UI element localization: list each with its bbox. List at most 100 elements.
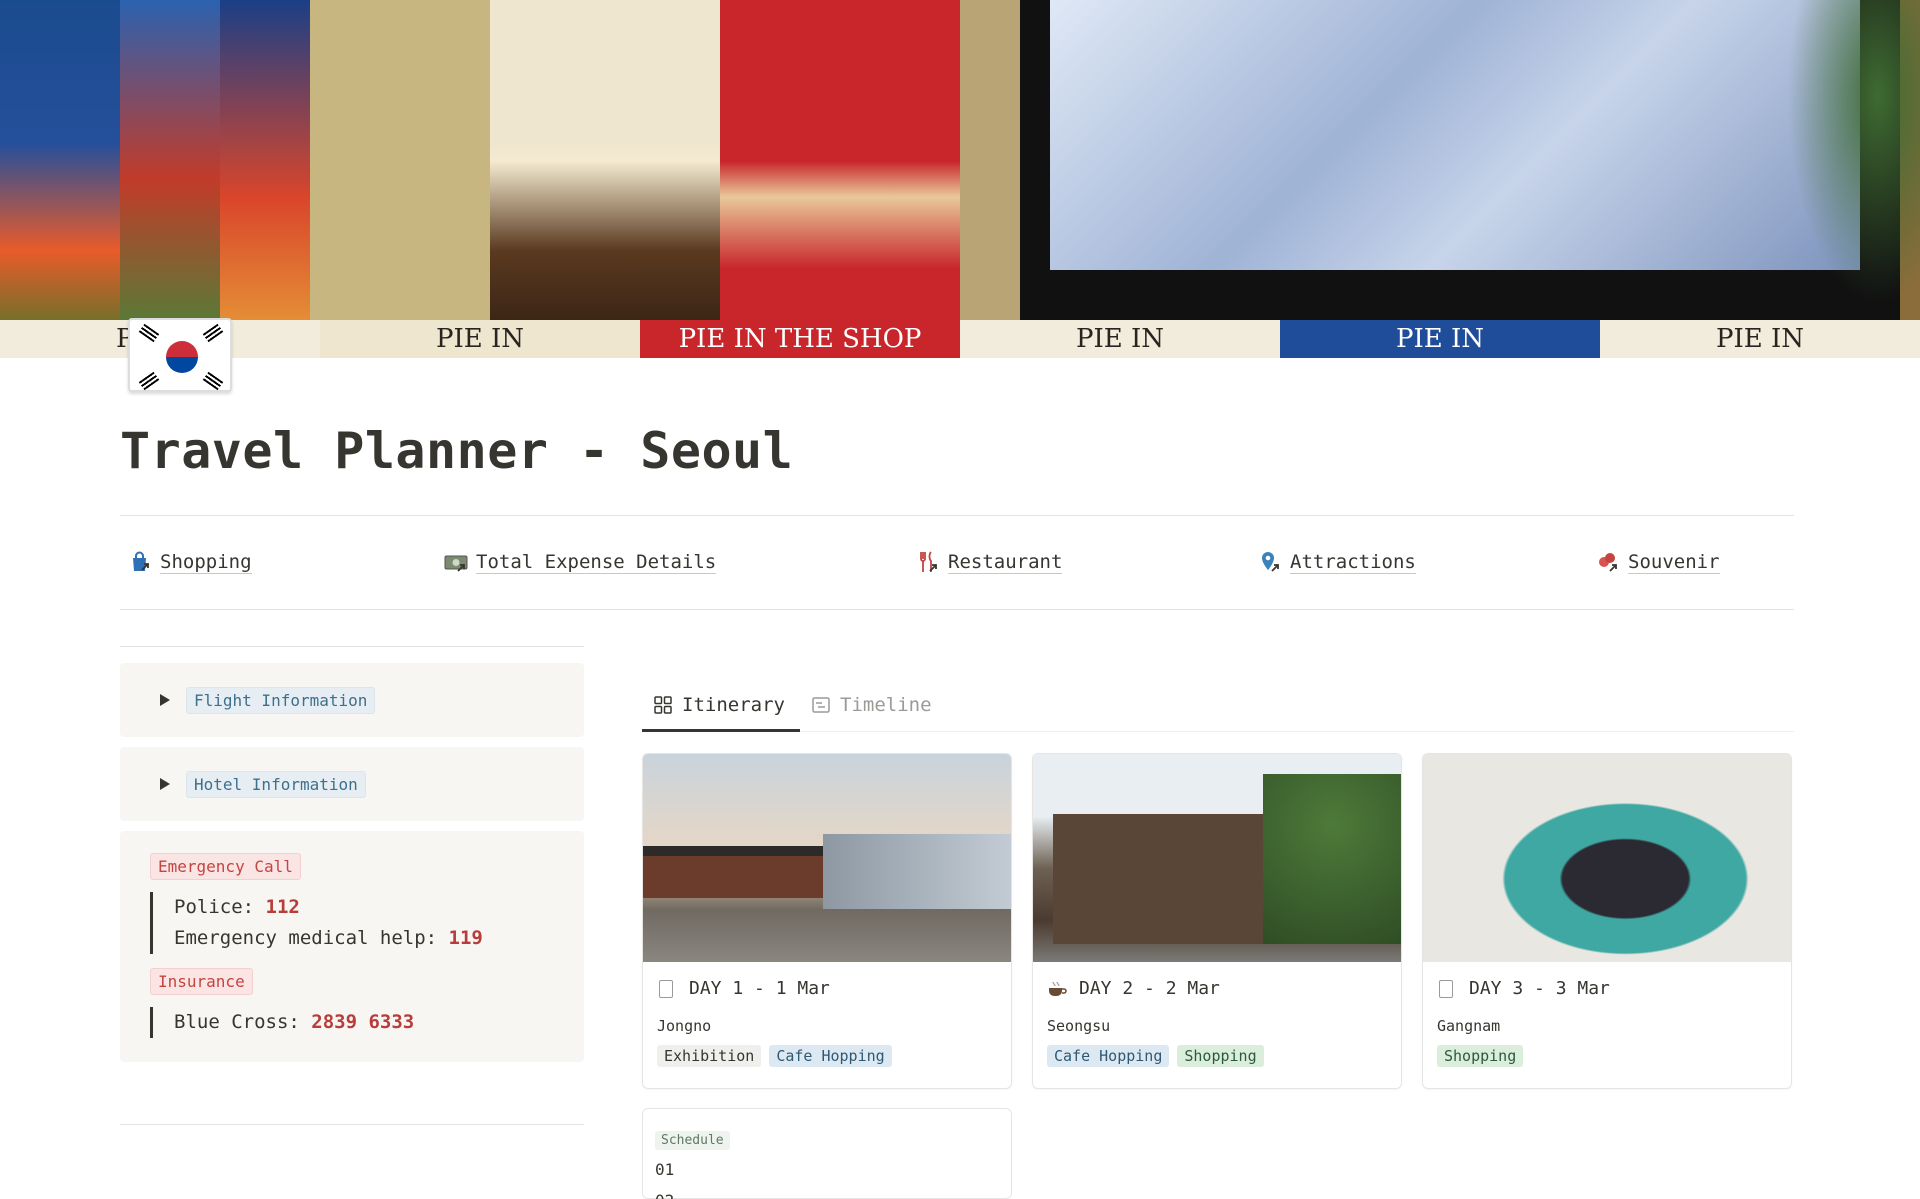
card-title: DAY 2 - 2 Mar (1079, 978, 1220, 999)
cover-poster (720, 0, 960, 358)
page-links-row: Shopping Total Expense Details Restauran… (120, 516, 1794, 610)
link-label: Shopping (160, 550, 252, 574)
tag: Exhibition (657, 1045, 762, 1067)
tab-timeline[interactable]: Timeline (812, 694, 932, 716)
flag-taegeuk (166, 341, 198, 373)
cover-plant (1780, 0, 1920, 320)
link-restaurant[interactable]: Restaurant (916, 550, 1063, 574)
gift-icon (1596, 550, 1620, 574)
card-title-row: DAY 1 - 1 Mar (643, 962, 1011, 999)
cover-window (1050, 0, 1860, 270)
emergency-quote: Police: 112 Emergency medical help: 119 (150, 892, 554, 954)
tag: Shopping (1437, 1045, 1524, 1067)
medical-number: 119 (448, 927, 483, 949)
cover-wall (310, 0, 490, 358)
medical-label: Emergency medical help: (174, 927, 449, 949)
fork-knife-icon (916, 550, 940, 574)
flag-trigram (202, 371, 224, 391)
cover-wall (960, 0, 1020, 358)
police-line: Police: 112 (174, 892, 554, 923)
cover-poster (220, 0, 310, 358)
card-location: Gangnam (1437, 1017, 1501, 1035)
toggle-arrow-icon[interactable] (160, 694, 170, 706)
flag-trigram (138, 371, 160, 391)
police-label: Police: (174, 896, 266, 918)
tree (1263, 774, 1401, 944)
flag-trigram (202, 323, 224, 343)
cover-strip-text: PIE IN (320, 320, 640, 358)
link-total-expense-details[interactable]: Total Expense Details (444, 550, 717, 574)
insurance-provider-label: Blue Cross: (174, 1011, 312, 1033)
shopping-bag-icon (128, 550, 152, 574)
cover-strip-text: PIE IN (1600, 320, 1920, 358)
cover-strip-text: PIE IN THE SHOP (640, 320, 960, 358)
card-location: Jongno (657, 1017, 712, 1035)
hotel-information-label: Hotel Information (186, 770, 366, 798)
tab-label: Timeline (840, 694, 932, 716)
cover-poster (120, 0, 220, 358)
page-title[interactable]: Travel Planner - Seoul (120, 422, 793, 480)
document-icon (659, 979, 673, 998)
cover-poster (0, 0, 120, 358)
schedule-item: 01 (655, 1160, 675, 1179)
flag-trigram (138, 323, 160, 343)
toggle-arrow-icon[interactable] (160, 778, 170, 790)
left-column: Flight Information Hotel Information Eme… (120, 663, 584, 1062)
link-label: Attractions (1290, 550, 1416, 574)
palace-building (643, 846, 823, 898)
cover-poster-strip: PIE IN PIE IN PIE IN THE SHOP PIE IN PIE… (0, 320, 1920, 358)
schedule-card[interactable]: Schedule 01 02 (642, 1108, 1012, 1199)
emergency-callout: Emergency Call Police: 112 Emergency med… (120, 831, 584, 1062)
link-attractions[interactable]: Attractions (1258, 550, 1416, 574)
toggle-flight-information[interactable]: Flight Information (120, 663, 584, 737)
card-tags: Shopping (1423, 1035, 1791, 1067)
tab-itinerary[interactable]: Itinerary (654, 694, 785, 716)
tag: Cafe Hopping (1047, 1045, 1170, 1067)
link-label: Souvenir (1628, 550, 1720, 574)
timeline-icon (812, 696, 830, 714)
tab-label: Itinerary (682, 694, 785, 716)
insurance-quote: Blue Cross: 2839 6333 (150, 1007, 554, 1038)
grid-icon (654, 696, 672, 714)
coffee-icon (1047, 980, 1067, 998)
cover-image: PIE IN PIE IN PIE IN THE SHOP PIE IN PIE… (0, 0, 1920, 358)
tag: Cafe Hopping (769, 1045, 892, 1067)
card-image (1423, 754, 1791, 962)
card-tags: Cafe Hopping Shopping (1033, 1035, 1401, 1067)
card-image (1033, 754, 1401, 962)
insurance-label: Insurance (150, 968, 253, 995)
active-tab-indicator (642, 729, 800, 732)
cover-strip-text: PIE IN (1280, 320, 1600, 358)
link-label: Total Expense Details (476, 550, 717, 574)
cover-poster (490, 0, 720, 358)
insurance-number: 2839 6333 (311, 1011, 415, 1033)
money-icon (444, 550, 468, 574)
divider (120, 1124, 584, 1125)
police-number: 112 (265, 896, 300, 918)
divider (120, 646, 584, 647)
card-title: DAY 3 - 3 Mar (1469, 978, 1610, 999)
card-image (643, 754, 1011, 962)
tag: Shopping (1177, 1045, 1264, 1067)
card-title-row: DAY 2 - 2 Mar (1033, 962, 1401, 999)
flight-information-label: Flight Information (186, 686, 376, 714)
link-label: Restaurant (948, 550, 1063, 574)
itinerary-card[interactable]: DAY 2 - 2 Mar Seongsu Cafe Hopping Shopp… (1032, 753, 1402, 1089)
schedule-label: Schedule (655, 1131, 730, 1150)
toggle-hotel-information[interactable]: Hotel Information (120, 747, 584, 821)
link-souvenir[interactable]: Souvenir (1596, 550, 1720, 574)
divider (120, 609, 1794, 610)
modern-building (823, 834, 1011, 909)
insurance-line: Blue Cross: 2839 6333 (174, 1007, 554, 1038)
korea-flag-icon[interactable] (128, 318, 232, 392)
document-icon (1439, 979, 1453, 998)
itinerary-card[interactable]: DAY 1 - 1 Mar Jongno Exhibition Cafe Hop… (642, 753, 1012, 1089)
card-tags: Exhibition Cafe Hopping (643, 1035, 1011, 1067)
card-location: Seongsu (1047, 1017, 1111, 1035)
itinerary-card[interactable]: DAY 3 - 3 Mar Gangnam Shopping (1422, 753, 1792, 1089)
card-title: DAY 1 - 1 Mar (689, 978, 830, 999)
card-title-row: DAY 3 - 3 Mar (1423, 962, 1791, 999)
link-shopping[interactable]: Shopping (128, 550, 252, 574)
medical-line: Emergency medical help: 119 (174, 923, 554, 954)
view-tabs: Itinerary Timeline (642, 680, 1794, 732)
